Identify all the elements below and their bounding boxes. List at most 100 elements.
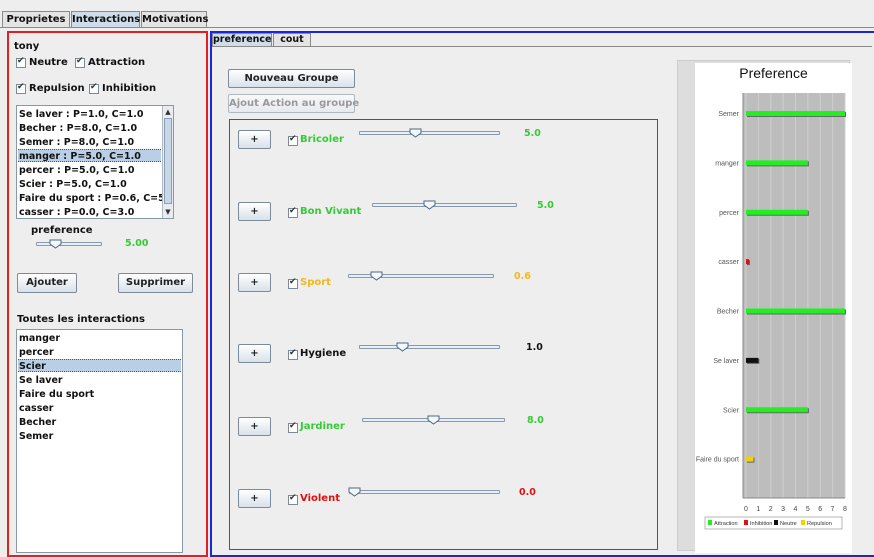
list-item[interactable]: Becher : P=8.0, C=1.0 (18, 122, 161, 135)
motivation-slider-knob[interactable] (427, 415, 440, 425)
list-item[interactable]: Semer : P=8.0, C=1.0 (18, 136, 161, 149)
preference-slider-knob[interactable] (49, 239, 62, 249)
add-button[interactable]: Ajouter (17, 273, 77, 293)
motivation-add-button[interactable]: + (238, 489, 271, 508)
motivation-slider-knob[interactable] (370, 271, 383, 281)
motivation-slider-track[interactable] (372, 203, 517, 207)
filter-inhibition-label: Inhibition (102, 83, 157, 94)
x-tick-label: 0 (744, 506, 748, 513)
tab-motivations[interactable]: Motivations (141, 11, 208, 28)
list-item-selected[interactable]: Scier (18, 359, 181, 372)
bar (746, 407, 808, 413)
motivation-name: Violent (300, 493, 340, 504)
motivation-add-button[interactable]: + (238, 273, 271, 292)
chart-plot: 0 1 2 3 4 5 6 7 8 Semer manger percer casser Becher Se… (696, 93, 847, 530)
scroll-thumb[interactable] (164, 118, 172, 204)
motivation-slider-knob[interactable] (396, 342, 409, 352)
legend-label: Repulsion (807, 521, 832, 527)
tab-bar-divider (0, 27, 874, 28)
tab-cout[interactable]: cout (273, 33, 311, 46)
list-item[interactable]: Semer (18, 430, 181, 443)
scroll-down-icon[interactable]: ▼ (163, 207, 173, 217)
x-tick-label: 5 (806, 506, 810, 513)
motivation-slider-track[interactable] (349, 490, 500, 494)
motivation-checkbox[interactable] (288, 206, 298, 218)
filter-inhibition-checkbox[interactable] (89, 82, 99, 94)
motivation-name: Hygiene (300, 348, 347, 359)
motivation-add-button[interactable]: + (238, 417, 271, 436)
motivation-checkbox[interactable] (288, 277, 298, 289)
filter-neutre-checkbox[interactable] (16, 56, 26, 68)
motivation-add-button[interactable]: + (238, 130, 271, 149)
all-interactions-list[interactable]: manger percer Scier Se laver Faire du sp… (16, 329, 183, 553)
motivation-name: Jardiner (300, 421, 345, 432)
motivation-checkbox[interactable] (288, 134, 298, 146)
motivation-slider-knob[interactable] (348, 487, 361, 497)
filter-attraction-checkbox[interactable] (75, 56, 85, 68)
filter-repulsion-checkbox[interactable] (16, 82, 26, 94)
motivation-checkbox[interactable] (288, 421, 298, 433)
y-tick-label: manger (715, 160, 739, 167)
motivation-slider-track[interactable] (359, 345, 500, 349)
legend-swatch (801, 520, 805, 525)
list-item[interactable]: Se laver : P=1.0, C=1.0 (18, 108, 161, 121)
y-tick-label: casser (718, 259, 739, 266)
motivation-add-button[interactable]: + (238, 202, 271, 221)
bar (746, 160, 808, 166)
legend-label: Neutre (780, 521, 797, 527)
list-item[interactable]: Se laver (18, 374, 181, 387)
motivation-checkbox[interactable] (288, 348, 298, 360)
tab-proprietes[interactable]: Proprietes (2, 11, 70, 28)
list-item[interactable]: Faire du sport : P=0.6, C=5.0 (18, 192, 173, 205)
motivation-value: 8.0 (527, 415, 544, 426)
filter-attraction-label: Attraction (88, 57, 146, 68)
preference-value: 5.00 (125, 238, 149, 249)
y-tick-label: Semer (718, 111, 739, 118)
add-action-to-group-button[interactable]: Ajout Action au groupe (228, 94, 359, 113)
filter-neutre-label: Neutre (29, 57, 68, 68)
list-item[interactable]: percer : P=5.0, C=1.0 (18, 164, 161, 177)
legend-swatch (708, 520, 712, 525)
y-tick-label: Scier (723, 407, 740, 414)
list-item[interactable]: casser (18, 402, 181, 415)
x-tick-label: 4 (794, 506, 798, 513)
list-item[interactable]: manger (18, 332, 181, 345)
subtab-bar (212, 33, 872, 47)
preference-slider-track[interactable] (36, 242, 102, 246)
motivation-slider-knob[interactable] (409, 128, 422, 138)
list-item[interactable]: Faire du sport (18, 388, 181, 401)
tab-preference[interactable]: preference (212, 33, 272, 46)
list-item[interactable]: casser : P=0.0, C=3.0 (18, 206, 161, 218)
remove-button[interactable]: Supprimer (118, 273, 193, 293)
motivation-name: Sport (300, 277, 331, 288)
y-tick-label: percer (719, 210, 740, 217)
motivation-add-button[interactable]: + (238, 344, 271, 363)
motivation-slider-knob[interactable] (423, 200, 436, 210)
bar (746, 456, 754, 462)
list-item[interactable]: Becher (18, 416, 181, 429)
character-interactions-list[interactable]: Se laver : P=1.0, C=1.0 Becher : P=8.0, … (16, 105, 174, 219)
motivation-value: 0.6 (514, 271, 531, 282)
list-scrollbar[interactable]: ▲ ▼ (162, 106, 173, 218)
x-tick-label: 1 (756, 506, 760, 513)
motivation-value: 1.0 (526, 342, 543, 353)
motivation-checkbox[interactable] (288, 493, 298, 505)
list-item[interactable]: Scier : P=5.0, C=1.0 (18, 178, 161, 191)
y-tick-label: Becher (717, 309, 740, 316)
filter-repulsion-label: Repulsion (29, 83, 85, 94)
motivation-group (229, 119, 658, 550)
legend-swatch (744, 520, 748, 525)
motivation-name: Bricoler (300, 134, 344, 145)
x-tick-label: 7 (831, 506, 835, 513)
motivation-slider-track[interactable] (359, 131, 500, 135)
tab-interactions[interactable]: Interactions (71, 11, 140, 28)
legend-swatch (774, 520, 778, 525)
scroll-up-icon[interactable]: ▲ (163, 107, 173, 117)
x-tick-label: 2 (769, 506, 773, 513)
list-item[interactable]: percer (18, 346, 181, 359)
bar (746, 259, 749, 265)
new-group-button[interactable]: Nouveau Groupe (228, 69, 355, 88)
preference-label: preference (31, 225, 93, 236)
bar (746, 209, 808, 215)
list-item-selected[interactable]: manger : P=5.0, C=1.0 (18, 149, 161, 162)
